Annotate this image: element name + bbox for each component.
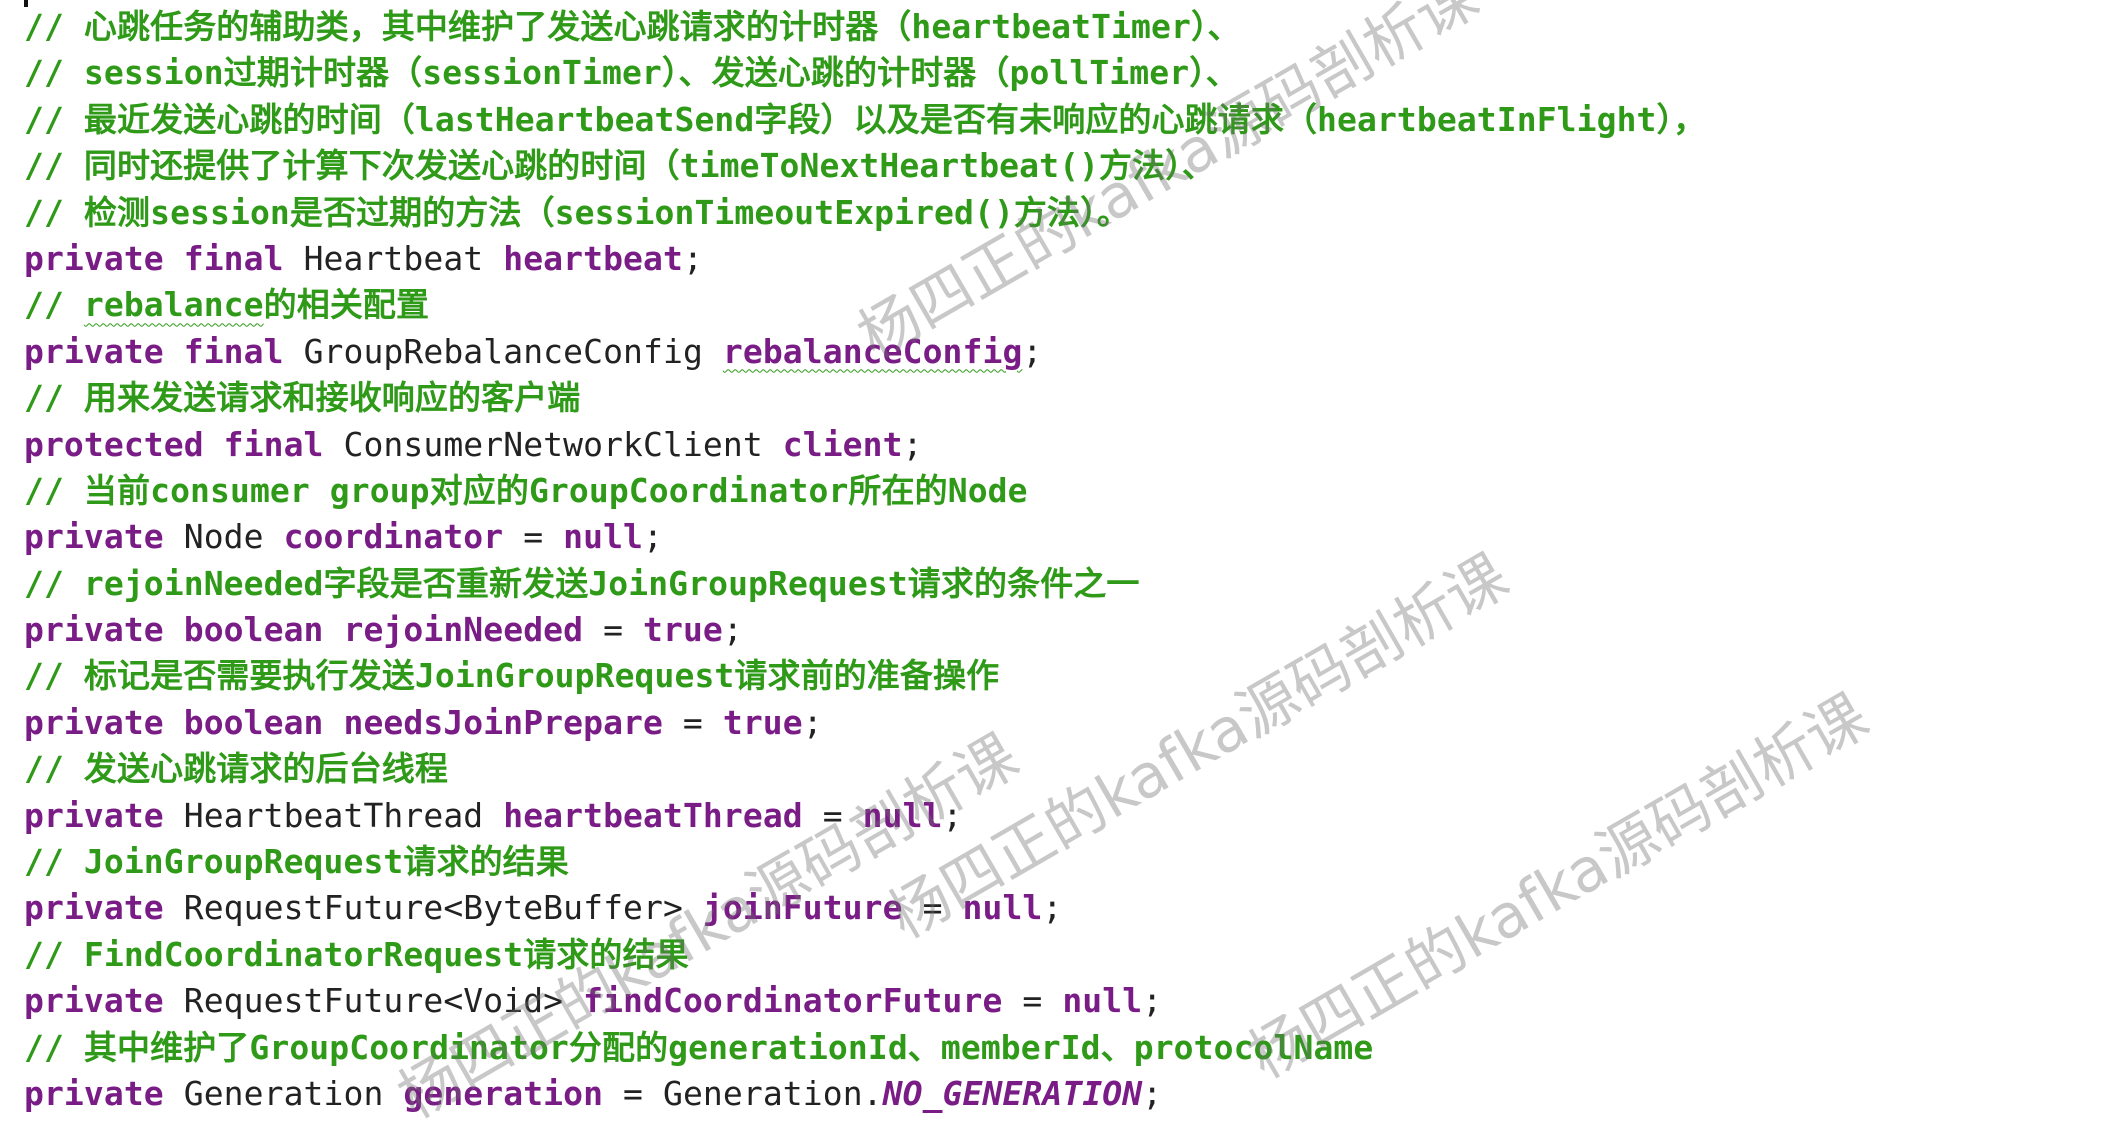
comment-line: // 标记是否需要执行发送JoinGroupRequest请求前的准备操作 <box>24 653 2110 699</box>
code-line: private HeartbeatThread heartbeatThread … <box>24 793 2110 839</box>
token-plain: ; <box>942 795 963 835</box>
token-plain: Heartbeat <box>303 238 504 278</box>
token-keyword: private boolean <box>24 610 344 650</box>
token-comment: // 标记是否需要执行发送JoinGroupRequest请求前的准备操作 <box>24 656 1000 696</box>
code-line: protected final ConsumerNetworkClient cl… <box>24 422 2110 468</box>
token-plain: ; <box>802 702 823 742</box>
token-plain: = <box>802 795 863 835</box>
token-plain: ; <box>1042 888 1063 928</box>
token-keyword: private final <box>24 238 304 278</box>
comment-line: // 最近发送心跳的时间（lastHeartbeatSend字段）以及是否有未响… <box>24 97 2110 143</box>
token-comment: rebalance <box>83 285 264 325</box>
comment-line: // JoinGroupRequest请求的结果 <box>24 839 2110 885</box>
comment-line: // 检测session是否过期的方法（sessionTimeoutExpire… <box>24 190 2110 236</box>
token-plain: ; <box>1022 331 1043 371</box>
comment-line: // 其中维护了GroupCoordinator分配的generationId、… <box>24 1025 2110 1071</box>
token-keyword: private <box>24 795 184 835</box>
token-plain: Node <box>183 517 284 557</box>
token-plain: RequestFuture<Void> <box>183 981 584 1021</box>
token-comment: // 同时还提供了计算下次发送心跳的时间（timeToNextHeartbeat… <box>24 146 1215 186</box>
token-keyword: null <box>862 795 943 835</box>
token-plain: ; <box>722 610 743 650</box>
code-editor[interactable]: // 心跳任务的辅助类，其中维护了发送心跳请求的计时器（heartbeatTim… <box>0 0 2110 1126</box>
token-comment: // 检测session是否过期的方法（sessionTimeoutExpire… <box>24 192 1130 232</box>
code-lines: // 心跳任务的辅助类，其中维护了发送心跳请求的计时器（heartbeatTim… <box>24 4 2110 1117</box>
comment-line: // 心跳任务的辅助类，其中维护了发送心跳请求的计时器（heartbeatTim… <box>24 4 2110 50</box>
comment-line: // 当前consumer group对应的GroupCoordinator所在… <box>24 468 2110 514</box>
token-keyword: null <box>962 888 1043 928</box>
token-comment: // 发送心跳请求的后台线程 <box>24 749 449 789</box>
token-keyword: private <box>24 517 184 557</box>
comment-line: // rebalance的相关配置 <box>24 282 2110 328</box>
token-field: coordinator <box>283 517 504 557</box>
token-plain: ; <box>902 424 923 464</box>
token-keyword: private <box>24 1073 184 1113</box>
token-keyword: private boolean <box>24 702 344 742</box>
token-plain: ; <box>682 238 703 278</box>
token-plain: ConsumerNetworkClient <box>343 424 783 464</box>
token-const: NO_GENERATION <box>882 1073 1143 1113</box>
token-field: rebalanceConfig <box>722 331 1023 371</box>
code-line: private boolean rejoinNeeded = true; <box>24 607 2110 653</box>
token-plain: = <box>662 702 723 742</box>
token-comment: // 最近发送心跳的时间（lastHeartbeatSend字段）以及是否有未响… <box>24 99 1707 139</box>
token-comment: // session过期计时器（sessionTimer）、发送心跳的计时器（p… <box>24 53 1239 93</box>
token-plain: HeartbeatThread <box>183 795 504 835</box>
token-field: needsJoinPrepare <box>343 702 663 742</box>
token-field: heartbeatThread <box>503 795 803 835</box>
token-keyword: private final <box>24 331 304 371</box>
token-keyword: null <box>563 517 644 557</box>
token-keyword: protected final <box>24 424 344 464</box>
token-keyword: private <box>24 888 184 928</box>
token-field: rejoinNeeded <box>343 610 584 650</box>
token-comment: // FindCoordinatorRequest请求的结果 <box>24 934 689 974</box>
comment-line: // rejoinNeeded字段是否重新发送JoinGroupRequest请… <box>24 561 2110 607</box>
token-field: client <box>782 424 903 464</box>
token-field: joinFuture <box>702 888 903 928</box>
token-comment: 的相关配置 <box>263 285 430 325</box>
token-plain: = Generation. <box>603 1073 883 1113</box>
token-plain: ; <box>643 517 663 557</box>
token-plain: = <box>503 517 564 557</box>
token-plain: GroupRebalanceConfig <box>303 331 723 371</box>
code-line: private final Heartbeat heartbeat; <box>24 236 2110 282</box>
code-line: private Node coordinator = null; <box>24 514 2110 560</box>
code-line: private final GroupRebalanceConfig rebal… <box>24 329 2110 375</box>
token-keyword: true <box>722 702 803 742</box>
token-keyword: true <box>643 610 723 650</box>
comment-line: // session过期计时器（sessionTimer）、发送心跳的计时器（p… <box>24 50 2110 96</box>
token-comment: // 用来发送请求和接收响应的客户端 <box>24 378 581 418</box>
code-line: private RequestFuture<Void> findCoordina… <box>24 978 2110 1024</box>
token-field: findCoordinatorFuture <box>583 981 1003 1021</box>
token-keyword: null <box>1062 981 1143 1021</box>
token-comment: // rejoinNeeded字段是否重新发送JoinGroupRequest请… <box>24 563 1140 603</box>
comment-line: // FindCoordinatorRequest请求的结果 <box>24 932 2110 978</box>
token-comment: // <box>24 285 84 325</box>
token-plain: = <box>902 888 963 928</box>
code-line: private RequestFuture<ByteBuffer> joinFu… <box>24 885 2110 931</box>
comment-line: // 同时还提供了计算下次发送心跳的时间（timeToNextHeartbeat… <box>24 143 2110 189</box>
token-plain: RequestFuture<ByteBuffer> <box>183 888 703 928</box>
token-plain: Generation <box>183 1073 404 1113</box>
comment-line: // 发送心跳请求的后台线程 <box>24 746 2110 792</box>
token-field: heartbeat <box>503 238 683 278</box>
token-plain: = <box>1002 981 1063 1021</box>
code-line: private Generation generation = Generati… <box>24 1071 2110 1117</box>
token-plain: ; <box>1142 1073 1163 1113</box>
token-comment: // 其中维护了GroupCoordinator分配的generationId、… <box>24 1027 1374 1067</box>
code-line: private boolean needsJoinPrepare = true; <box>24 700 2110 746</box>
token-plain: ; <box>1142 981 1163 1021</box>
token-field: generation <box>403 1073 604 1113</box>
token-comment: // 心跳任务的辅助类，其中维护了发送心跳请求的计时器（heartbeatTim… <box>24 7 1241 46</box>
token-keyword: private <box>24 981 184 1021</box>
token-plain: = <box>583 610 644 650</box>
comment-line: // 用来发送请求和接收响应的客户端 <box>24 375 2110 421</box>
token-comment: // 当前consumer group对应的GroupCoordinator所在… <box>24 470 1028 510</box>
token-comment: // JoinGroupRequest请求的结果 <box>24 842 569 882</box>
